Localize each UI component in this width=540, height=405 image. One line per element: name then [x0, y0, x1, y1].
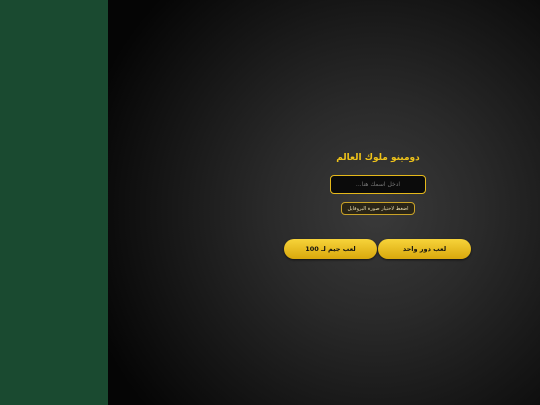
game-stage [108, 0, 540, 405]
player-name-input[interactable] [330, 175, 426, 194]
play-100-button[interactable]: لعب جيم لـ 100 [284, 239, 377, 259]
side-panel [0, 0, 108, 405]
choose-avatar-button[interactable]: اضغط لاختيار صورة البروفايل [341, 202, 415, 215]
play-single-round-button[interactable]: لعب دور واحد [378, 239, 471, 259]
game-title: دومينو ملوك العالم [336, 153, 420, 163]
